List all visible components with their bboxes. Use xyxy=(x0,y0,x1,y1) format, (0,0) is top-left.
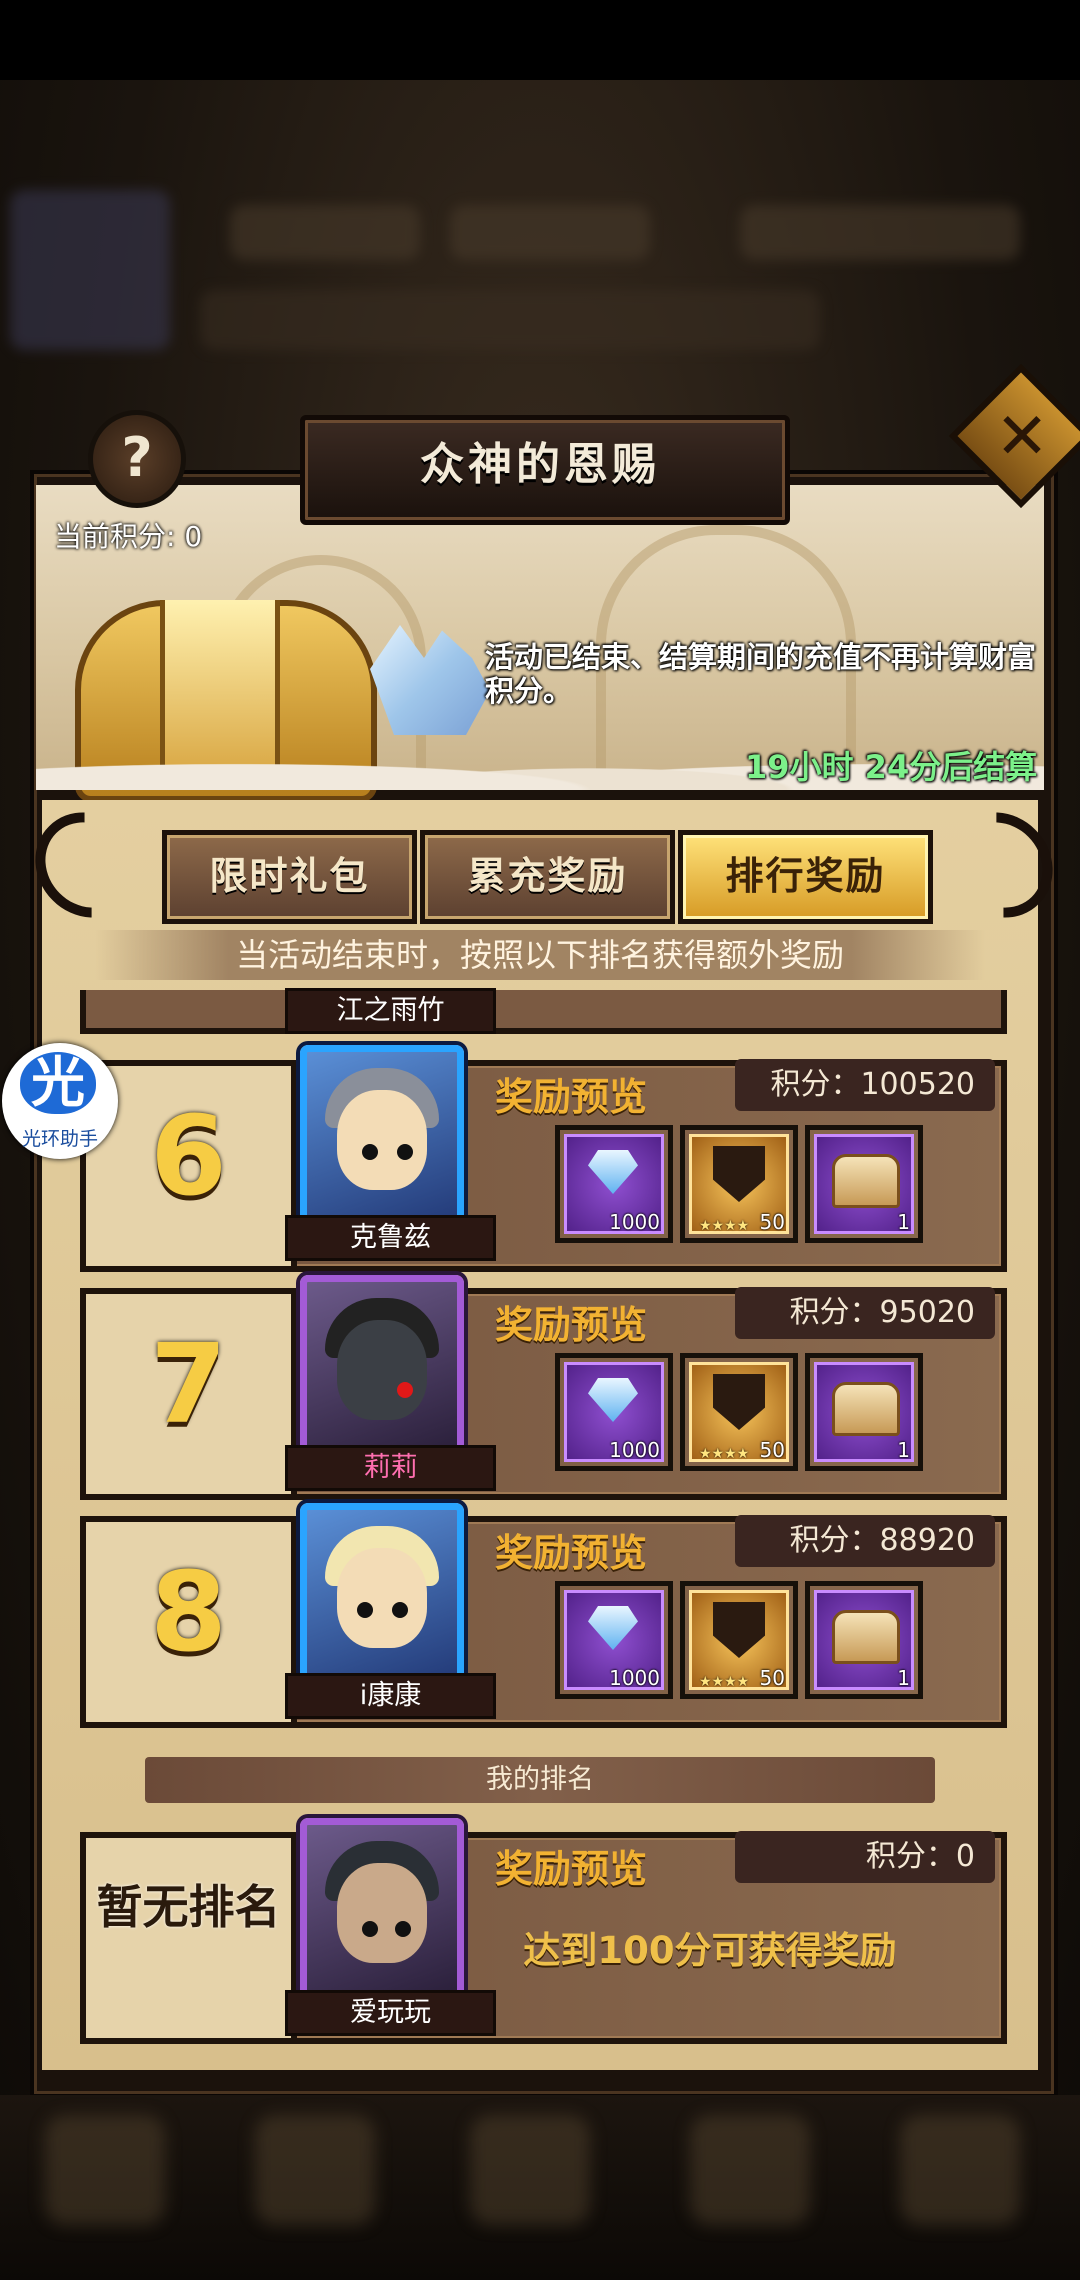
my-score: 积分：0 xyxy=(735,1831,995,1883)
player-score: 积分：100520 xyxy=(735,1059,995,1111)
hero-token-reward[interactable]: ★★★★ 50 xyxy=(680,1353,798,1471)
reward-quantity: 1 xyxy=(897,1666,910,1690)
chest-icon xyxy=(832,1610,900,1664)
diamond-reward[interactable]: 1000 xyxy=(555,1581,673,1699)
hero-token-reward[interactable]: ★★★★ 50 xyxy=(680,1581,798,1699)
diamond-reward[interactable]: 1000 xyxy=(555,1125,673,1243)
partial-rank-row xyxy=(80,990,1007,1034)
player-name: i康康 xyxy=(285,1673,496,1719)
settlement-countdown: 19小时 24分后结算 xyxy=(745,748,1038,786)
reward-preview-title: 奖励预览 xyxy=(495,1075,648,1119)
reward-preview-title: 奖励预览 xyxy=(495,1531,648,1575)
nav-item-blurred xyxy=(470,2115,590,2225)
player-avatar[interactable] xyxy=(300,1275,464,1459)
my-rank-header: 我的排名 xyxy=(145,1757,935,1803)
reward-quantity: 1 xyxy=(897,1438,910,1462)
player-name: 江之雨竹 xyxy=(285,988,496,1034)
current-score-label: 当前积分: 0 xyxy=(54,520,203,553)
reward-stars: ★★★★ xyxy=(699,1446,750,1462)
rank-number: 8 xyxy=(150,1548,227,1676)
reward-quantity: 50 xyxy=(759,1210,785,1234)
tab-limited-pack[interactable]: 限时礼包 xyxy=(162,830,417,924)
diamond-reward[interactable]: 1000 xyxy=(555,1353,673,1471)
rank-number: 7 xyxy=(150,1320,227,1448)
chest-reward[interactable]: 1 xyxy=(805,1353,923,1471)
assistant-label: 光环助手 xyxy=(21,1128,98,1150)
reward-quantity: 1000 xyxy=(609,1210,660,1234)
reward-quantity: 50 xyxy=(759,1438,785,1462)
reward-preview-title: 奖励预览 xyxy=(495,1847,648,1891)
chest-icon xyxy=(832,1154,900,1208)
player-score: 积分：95020 xyxy=(735,1287,995,1339)
player-avatar[interactable] xyxy=(300,1503,464,1687)
nav-item-blurred xyxy=(255,2115,375,2225)
reward-quantity: 1 xyxy=(897,1210,910,1234)
reward-stars: ★★★★ xyxy=(699,1674,750,1690)
player-score: 积分：88920 xyxy=(735,1515,995,1567)
tab-ranking-reward[interactable]: 排行奖励 xyxy=(678,830,933,924)
chest-icon xyxy=(832,1382,900,1436)
ranking-rule-text: 当活动结束时，按照以下排名获得额外奖励 xyxy=(95,930,985,980)
status-bar xyxy=(0,0,1080,80)
reward-quantity: 1000 xyxy=(609,1666,660,1690)
player-avatar[interactable] xyxy=(300,1045,464,1229)
reward-stars: ★★★★ xyxy=(699,1218,750,1234)
reward-requirement-hint: 达到100分可获得奖励 xyxy=(523,1929,897,1972)
nav-item-blurred xyxy=(45,2115,165,2225)
unranked-label: 暂无排名 xyxy=(96,1880,281,1934)
reward-preview-title: 奖励预览 xyxy=(495,1303,648,1347)
page-title: 众神的恩赐 xyxy=(420,439,660,490)
question-mark-icon[interactable]: ? xyxy=(88,410,186,508)
reward-quantity: 1000 xyxy=(609,1438,660,1462)
event-notice: 活动已结束、结算期间的充值不再计算财富积分。 xyxy=(485,640,1037,708)
reward-quantity: 50 xyxy=(759,1666,785,1690)
my-name: 爱玩玩 xyxy=(285,1990,496,2036)
chest-reward[interactable]: 1 xyxy=(805,1581,923,1699)
tab-cumulative-recharge[interactable]: 累充奖励 xyxy=(420,830,675,924)
nav-item-blurred xyxy=(900,2115,1020,2225)
my-avatar[interactable] xyxy=(300,1818,464,2002)
player-name: 克鲁兹 xyxy=(285,1215,496,1261)
hero-token-reward[interactable]: ★★★★ 50 xyxy=(680,1125,798,1243)
chest-reward[interactable]: 1 xyxy=(805,1125,923,1243)
close-icon[interactable]: ✕ xyxy=(970,385,1074,489)
player-name: 莉莉 xyxy=(285,1445,496,1491)
nav-item-blurred xyxy=(690,2115,810,2225)
assistant-logo-icon[interactable]: 光 xyxy=(20,1052,96,1114)
